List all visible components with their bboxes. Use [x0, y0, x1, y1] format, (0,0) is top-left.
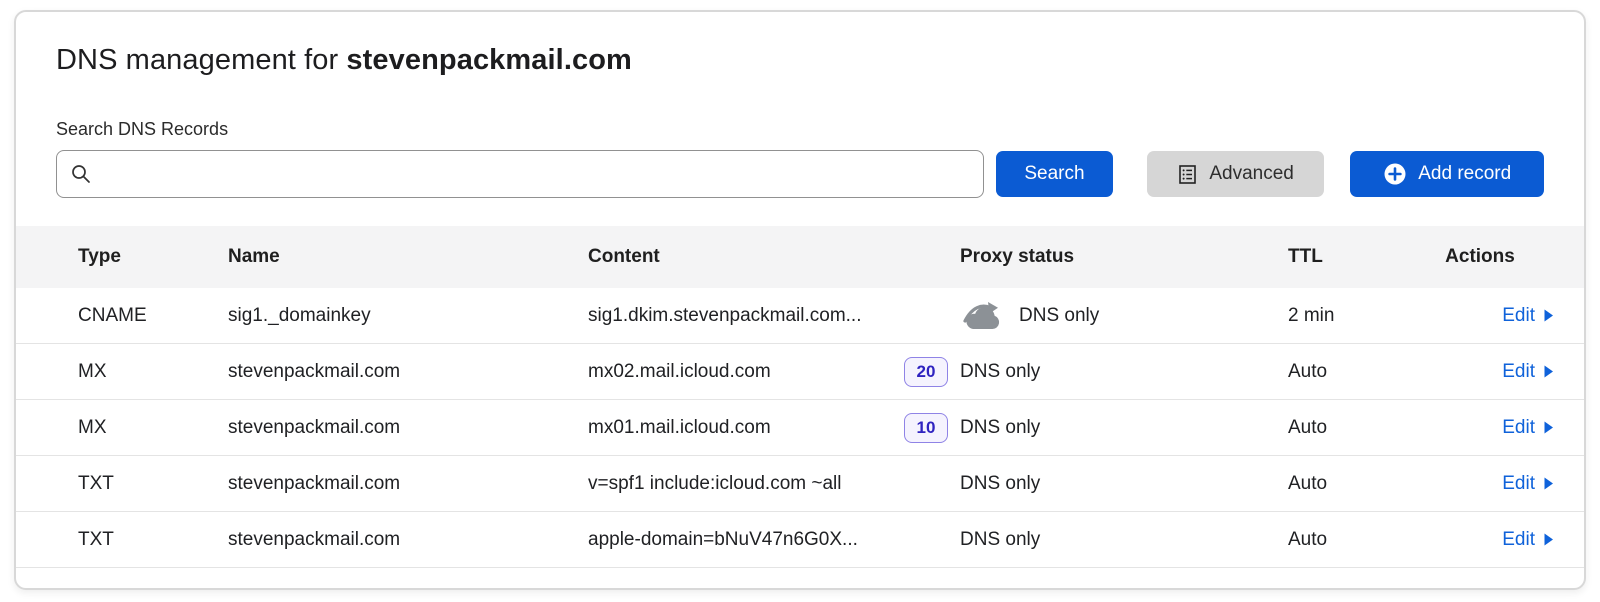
page-title-prefix: DNS management for [56, 44, 346, 76]
record-content-text: apple-domain=bNuV47n6G0X... [588, 529, 858, 551]
record-ttl: Auto [1288, 417, 1406, 439]
dns-management-card: DNS management for stevenpackmail.com Se… [14, 10, 1586, 590]
search-input[interactable] [56, 150, 984, 198]
table-header-row: Type Name Content Proxy status TTL Actio… [16, 226, 1584, 288]
search-controls-row: Search Advanced Add record [56, 150, 1544, 198]
proxy-status-text: DNS only [960, 529, 1040, 551]
dns-only-cloud-icon [960, 301, 1006, 331]
proxy-status-cell: DNS only [960, 361, 1288, 383]
proxy-status-text: DNS only [960, 473, 1040, 495]
proxy-status-text: DNS only [960, 417, 1040, 439]
record-type: TXT [78, 529, 228, 551]
table-body: CNAME sig1._domainkey sig1.dkim.stevenpa… [16, 288, 1584, 568]
advanced-button-label: Advanced [1209, 163, 1294, 185]
record-content-text: mx01.mail.icloud.com [588, 417, 771, 439]
record-content: mx02.mail.icloud.com 20 [588, 357, 960, 387]
column-header-proxy-status: Proxy status [960, 246, 1288, 268]
record-name: stevenpackmail.com [228, 417, 588, 439]
record-ttl: Auto [1288, 361, 1406, 383]
record-name: stevenpackmail.com [228, 529, 588, 551]
edit-link-label: Edit [1502, 305, 1535, 327]
search-button[interactable]: Search [996, 151, 1113, 197]
actions-cell: Edit [1406, 305, 1554, 327]
proxy-status-cell: DNS only [960, 417, 1288, 439]
edit-link[interactable]: Edit [1502, 305, 1554, 327]
edit-arrow-icon [1543, 477, 1554, 490]
actions-cell: Edit [1406, 361, 1554, 383]
record-name: stevenpackmail.com [228, 473, 588, 495]
column-header-content: Content [588, 246, 960, 268]
record-content: apple-domain=bNuV47n6G0X... [588, 529, 960, 551]
advanced-button[interactable]: Advanced [1147, 151, 1325, 197]
table-row: MX stevenpackmail.com mx01.mail.icloud.c… [16, 400, 1584, 456]
table-row: MX stevenpackmail.com mx02.mail.icloud.c… [16, 344, 1584, 400]
priority-badge: 20 [904, 357, 948, 387]
record-ttl: Auto [1288, 473, 1406, 495]
proxy-status-cell: DNS only [960, 473, 1288, 495]
actions-cell: Edit [1406, 529, 1554, 551]
table-row: TXT stevenpackmail.com apple-domain=bNuV… [16, 512, 1584, 568]
actions-cell: Edit [1406, 473, 1554, 495]
dns-records-table: Type Name Content Proxy status TTL Actio… [16, 226, 1584, 568]
column-header-type: Type [78, 246, 228, 268]
record-name: sig1._domainkey [228, 305, 588, 327]
edit-arrow-icon [1543, 309, 1554, 322]
edit-link[interactable]: Edit [1502, 529, 1554, 551]
record-content-text: v=spf1 include:icloud.com ~all [588, 473, 841, 495]
record-content-text: sig1.dkim.stevenpackmail.com... [588, 305, 862, 327]
priority-badge: 10 [904, 413, 948, 443]
add-record-button[interactable]: Add record [1350, 151, 1544, 197]
edit-link-label: Edit [1502, 361, 1535, 383]
edit-arrow-icon [1543, 533, 1554, 546]
advanced-list-icon [1177, 164, 1198, 185]
column-header-actions: Actions [1406, 246, 1554, 268]
record-type: TXT [78, 473, 228, 495]
search-button-label: Search [1024, 163, 1084, 185]
record-ttl: 2 min [1288, 305, 1406, 327]
edit-link[interactable]: Edit [1502, 417, 1554, 439]
plus-circle-icon [1383, 162, 1407, 186]
edit-arrow-icon [1543, 421, 1554, 434]
domain-name: stevenpackmail.com [346, 44, 632, 76]
edit-arrow-icon [1543, 365, 1554, 378]
edit-link[interactable]: Edit [1502, 361, 1554, 383]
actions-cell: Edit [1406, 417, 1554, 439]
edit-link-label: Edit [1502, 529, 1535, 551]
edit-link-label: Edit [1502, 473, 1535, 495]
record-type: MX [78, 361, 228, 383]
proxy-status-text: DNS only [1019, 305, 1099, 327]
add-record-button-label: Add record [1418, 163, 1511, 185]
record-type: MX [78, 417, 228, 439]
proxy-status-text: DNS only [960, 361, 1040, 383]
proxy-status-cell: DNS only [960, 529, 1288, 551]
record-content: v=spf1 include:icloud.com ~all [588, 473, 960, 495]
column-header-name: Name [228, 246, 588, 268]
page-title: DNS management for stevenpackmail.com [16, 12, 1584, 77]
record-type: CNAME [78, 305, 228, 327]
record-content-text: mx02.mail.icloud.com [588, 361, 771, 383]
record-content: mx01.mail.icloud.com 10 [588, 413, 960, 443]
record-content: sig1.dkim.stevenpackmail.com... [588, 305, 960, 327]
table-row: CNAME sig1._domainkey sig1.dkim.stevenpa… [16, 288, 1584, 344]
proxy-status-cell: DNS only [960, 301, 1288, 331]
search-label: Search DNS Records [56, 119, 1544, 140]
column-header-ttl: TTL [1288, 246, 1406, 268]
edit-link[interactable]: Edit [1502, 473, 1554, 495]
search-input-wrapper [56, 150, 984, 198]
record-name: stevenpackmail.com [228, 361, 588, 383]
table-row: TXT stevenpackmail.com v=spf1 include:ic… [16, 456, 1584, 512]
record-ttl: Auto [1288, 529, 1406, 551]
edit-link-label: Edit [1502, 417, 1535, 439]
